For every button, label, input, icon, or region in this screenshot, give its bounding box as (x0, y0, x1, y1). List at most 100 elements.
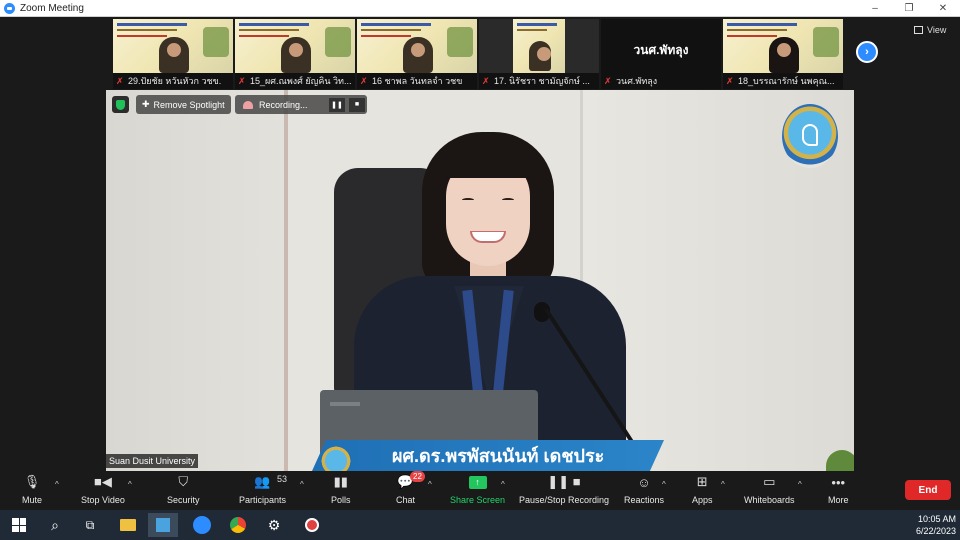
participant-name: 29.ปัยชัย หวันหัวก วชข. (128, 76, 222, 86)
more-button[interactable]: ••• More (828, 473, 849, 506)
participant-center-label: วนศ.พัทลุง (633, 43, 689, 57)
speaker-bangs (442, 140, 534, 178)
mute-options-chevron-icon[interactable]: ^ (55, 480, 59, 489)
smiley-icon: ☺ (637, 474, 651, 490)
security-label: Security (167, 495, 200, 505)
clock-time: 10:05 AM (917, 514, 956, 524)
pin-icon: ✚ (142, 99, 150, 109)
pause-stop-icon: ❚❚ ■ (547, 474, 581, 489)
polls-button[interactable]: ▮▮ Polls (331, 473, 351, 505)
participant-thumbnail[interactable]: ✗ 16 ชาพล วันทลจำ วชข (357, 19, 477, 89)
share-screen-label: Share Screen (450, 495, 506, 505)
participant-thumbnail[interactable]: วนศ.พัทลุง ✗ วนศ.พัทลุง (601, 19, 721, 89)
participant-name-row: ✗ วนศ.พัทลุง (601, 73, 721, 89)
task-view-icon[interactable]: ⧉ (75, 513, 105, 537)
grid-view-icon (914, 26, 923, 34)
settings-gear-icon[interactable]: ⚙ (259, 513, 289, 537)
whiteboards-label: Whiteboards (744, 495, 795, 505)
system-clock[interactable]: 10:05 AM 6/22/2023 (916, 513, 956, 537)
recording-indicator: Recording... ❚❚ ■ (235, 95, 367, 114)
participant-name-row: ✗ 16 ชาพล วันทลจำ วชข (357, 73, 477, 89)
video-name-label: Suan Dusit University (106, 454, 199, 468)
clock-date: 6/22/2023 (915, 526, 956, 536)
participant-thumbnail[interactable]: ✗ 18_บรรณารักษ์ นพคุณ... (723, 19, 843, 89)
pause-recording-label: Pause/Stop Recording (519, 495, 610, 505)
meeting-area: ✗ 29.ปัยชัย หวันหัวก วชข. ✗ 15_ผศ.ณพงศ์ … (0, 17, 960, 471)
participants-icon: 👥 (254, 474, 271, 489)
next-page-arrow-icon[interactable]: › (856, 41, 878, 63)
spotlight-video: ผศ.ดร.พรพัสนนันท์ เดชประ ✚ Remove Spotli… (106, 90, 854, 471)
more-dots-icon: ••• (831, 474, 846, 490)
participant-thumbnail[interactable]: ✗ 15_ผศ.ณพงศ์ ยัญคิน วิท... (235, 19, 355, 89)
mic-muted-icon: ✗ (238, 75, 246, 86)
stop-recording-icon[interactable]: ■ (349, 97, 365, 112)
participant-video (281, 37, 311, 73)
windows-start-button[interactable] (4, 513, 34, 537)
zoom-taskbar-icon[interactable] (187, 513, 217, 537)
meeting-toolbar: 🎙 Mute ^ ■◀ Stop Video ^ ⛉ Security 👥 53… (0, 471, 960, 510)
mic-muted-icon: ✗ (726, 75, 734, 86)
background-wall (106, 90, 286, 471)
cloud-recording-icon (243, 100, 253, 109)
recorder-app-icon[interactable] (297, 513, 327, 537)
speaker-eye (502, 198, 514, 202)
encryption-shield-icon[interactable] (112, 96, 129, 113)
speaker-name-banner: ผศ.ดร.พรพัสนนันท์ เดชประ (312, 440, 664, 471)
participant-name: วนศ.พัทลุง (616, 76, 658, 86)
share-screen-button[interactable]: ↑ Share Screen (450, 473, 505, 505)
more-label: More (828, 495, 849, 505)
participant-name-row: ✗ 18_บรรณารักษ์ นพคุณ... (723, 73, 843, 89)
restore-button[interactable]: ❐ (892, 0, 926, 17)
pause-recording-icon[interactable]: ❚❚ (329, 97, 345, 112)
mute-label: Mute (22, 495, 43, 505)
security-shield-icon: ⛉ (178, 474, 189, 489)
chrome-icon[interactable] (223, 513, 253, 537)
file-explorer-icon[interactable] (113, 513, 143, 537)
reactions-options-chevron-icon[interactable]: ^ (662, 480, 666, 489)
microphone-icon: 🎙 (23, 474, 41, 489)
share-screen-arrow-icon: ↑ (468, 475, 487, 489)
security-button[interactable]: ⛉ Security (167, 473, 200, 505)
whiteboards-button[interactable]: ▭ Whiteboards (744, 473, 795, 505)
participant-thumbnail[interactable]: ✗ 29.ปัยชัย หวันหัวก วชข. (113, 19, 233, 89)
mic-muted-icon: ✗ (360, 75, 368, 86)
share-options-chevron-icon[interactable]: ^ (501, 480, 505, 489)
chat-unread-badge: 22 (410, 471, 425, 482)
close-button[interactable]: ✕ (926, 0, 960, 17)
window-controls: – ❐ ✕ (858, 0, 960, 17)
teams-app-icon[interactable] (148, 513, 178, 537)
participants-button[interactable]: 👥 53 Participants (239, 473, 288, 505)
view-button[interactable]: View (914, 25, 946, 35)
participant-name: 15_ผศ.ณพงศ์ ยัญคิน วิท... (250, 76, 352, 86)
search-icon[interactable]: ⌕ (40, 513, 70, 537)
participant-thumbnail[interactable]: ✗ 17. นิรัชรา ชามัญจักษ์ ... (479, 19, 599, 89)
pause-stop-recording-button[interactable]: ❚❚ ■ Pause/Stop Recording (519, 473, 609, 505)
participants-options-chevron-icon[interactable]: ^ (300, 480, 304, 489)
mic-muted-icon: ✗ (482, 75, 490, 86)
video-options-chevron-icon[interactable]: ^ (128, 480, 132, 489)
stop-video-label: Stop Video (81, 495, 125, 505)
chat-label: Chat (396, 495, 416, 505)
reactions-label: Reactions (624, 495, 665, 505)
polls-bar-chart-icon: ▮▮ (333, 474, 348, 489)
participant-video (529, 41, 551, 71)
participant-video (403, 37, 433, 73)
end-meeting-button[interactable]: End (905, 480, 951, 500)
participant-video (769, 37, 799, 73)
remove-spotlight-button[interactable]: ✚ Remove Spotlight (136, 95, 231, 114)
minimize-button[interactable]: – (858, 0, 892, 17)
wall-seam (284, 90, 288, 471)
window-title: Zoom Meeting (20, 2, 84, 14)
mute-button[interactable]: 🎙 Mute (22, 473, 42, 505)
polls-label: Polls (331, 495, 351, 505)
participants-count: 53 (277, 474, 288, 484)
chat-options-chevron-icon[interactable]: ^ (428, 480, 432, 489)
mic-muted-icon: ✗ (116, 75, 124, 86)
apps-options-chevron-icon[interactable]: ^ (721, 480, 725, 489)
apps-button[interactable]: ⊞ Apps (692, 473, 713, 505)
whiteboards-options-chevron-icon[interactable]: ^ (798, 480, 802, 489)
chat-button[interactable]: 💬 22 Chat (396, 471, 425, 505)
stop-video-button[interactable]: ■◀ Stop Video (81, 473, 125, 505)
reactions-button[interactable]: ☺ Reactions (624, 473, 665, 506)
window-titlebar: Zoom Meeting – ❐ ✕ (0, 0, 960, 17)
